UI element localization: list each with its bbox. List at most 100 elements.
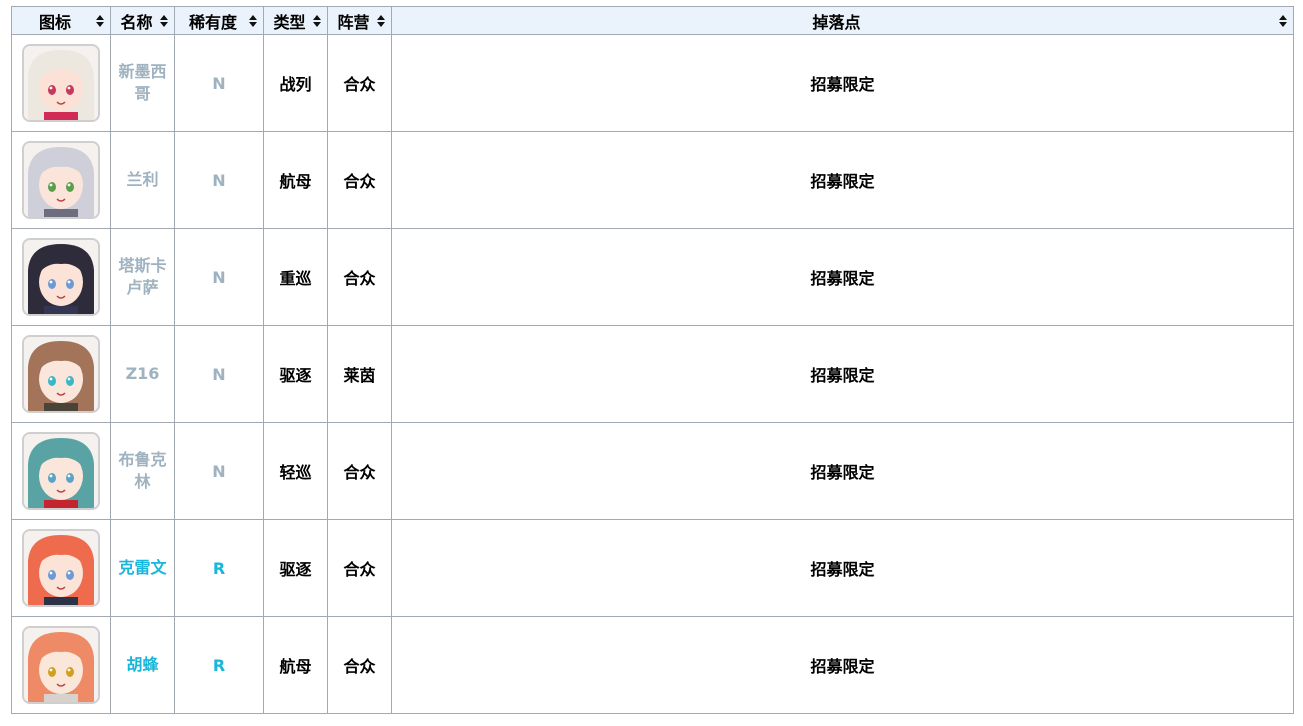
sort-icon[interactable] — [377, 15, 385, 27]
name-cell: 布鲁克林 — [110, 422, 175, 520]
portrait-art — [24, 337, 98, 411]
table-row: 兰利 N 航母 合众 招募限定 — [11, 131, 1294, 229]
table-body: 新墨西哥 N 战列 合众 招募限定 兰利 N 航母 合众 招募限定 塔斯卡卢萨 N 重巡 合众 招募限定 Z1… — [11, 34, 1294, 714]
name-cell: 新墨西哥 — [110, 34, 175, 132]
ship-name-link[interactable]: 塔斯卡卢萨 — [115, 255, 170, 299]
type-cell: 航母 — [263, 616, 328, 714]
rarity-cell: N — [174, 325, 264, 423]
name-cell: 兰利 — [110, 131, 175, 229]
type-cell: 轻巡 — [263, 422, 328, 520]
ship-name-link[interactable]: 布鲁克林 — [115, 449, 170, 493]
rarity-value: N — [212, 170, 226, 190]
table-header-row: 图标 名称 稀有度 类型 阵营 掉落点 — [11, 6, 1294, 35]
ship-name-link[interactable]: Z16 — [126, 363, 160, 385]
type-cell: 战列 — [263, 34, 328, 132]
faction-cell: 合众 — [327, 616, 392, 714]
faction-value: 合众 — [343, 172, 376, 191]
drop-value: 招募限定 — [810, 172, 875, 191]
type-value: 战列 — [279, 75, 312, 94]
langley-portrait-icon[interactable] — [22, 141, 100, 219]
type-value: 驱逐 — [279, 560, 312, 579]
header-drop-label: 掉落点 — [812, 12, 861, 32]
rarity-cell: R — [174, 616, 264, 714]
portrait-art — [24, 143, 98, 217]
faction-value: 合众 — [343, 269, 376, 288]
portrait-art — [24, 46, 98, 120]
tuscaloosa-portrait-icon[interactable] — [22, 238, 100, 316]
drop-cell: 招募限定 — [391, 34, 1294, 132]
header-drop[interactable]: 掉落点 — [391, 6, 1294, 35]
drop-cell: 招募限定 — [391, 519, 1294, 617]
faction-cell: 合众 — [327, 131, 392, 229]
icon-cell — [11, 131, 111, 229]
rarity-value: N — [212, 364, 226, 384]
ship-name-link[interactable]: 兰利 — [126, 169, 158, 191]
sort-icon[interactable] — [1279, 15, 1287, 27]
table-row: 布鲁克林 N 轻巡 合众 招募限定 — [11, 422, 1294, 520]
faction-value: 合众 — [343, 75, 376, 94]
faction-cell: 合众 — [327, 519, 392, 617]
icon-cell — [11, 228, 111, 326]
type-value: 航母 — [279, 172, 312, 191]
faction-cell: 合众 — [327, 34, 392, 132]
header-icon[interactable]: 图标 — [11, 6, 111, 35]
drop-value: 招募限定 — [810, 657, 875, 676]
header-rarity[interactable]: 稀有度 — [174, 6, 264, 35]
header-faction[interactable]: 阵营 — [327, 6, 392, 35]
faction-cell: 合众 — [327, 422, 392, 520]
sort-icon[interactable] — [160, 15, 168, 27]
icon-cell — [11, 34, 111, 132]
craven-portrait-icon[interactable] — [22, 529, 100, 607]
table-row: 新墨西哥 N 战列 合众 招募限定 — [11, 34, 1294, 132]
drop-value: 招募限定 — [810, 560, 875, 579]
table-row: 克雷文 R 驱逐 合众 招募限定 — [11, 519, 1294, 617]
drop-value: 招募限定 — [810, 75, 875, 94]
sort-icon[interactable] — [96, 15, 104, 27]
table-row: 胡蜂 R 航母 合众 招募限定 — [11, 616, 1294, 714]
icon-cell — [11, 422, 111, 520]
rarity-value: N — [212, 73, 226, 93]
type-value: 航母 — [279, 657, 312, 676]
rarity-value: N — [212, 461, 226, 481]
type-value: 重巡 — [279, 269, 312, 288]
drop-cell: 招募限定 — [391, 616, 1294, 714]
rarity-cell: N — [174, 34, 264, 132]
header-faction-label: 阵营 — [337, 12, 370, 32]
ship-table: 图标 名称 稀有度 类型 阵营 掉落点 新墨西哥 N 战列 合众 招募限定 兰利 N 航母 合众… — [11, 6, 1294, 714]
drop-value: 招募限定 — [810, 269, 875, 288]
type-value: 轻巡 — [279, 463, 312, 482]
faction-value: 合众 — [343, 657, 376, 676]
table-row: 塔斯卡卢萨 N 重巡 合众 招募限定 — [11, 228, 1294, 326]
drop-cell: 招募限定 — [391, 422, 1294, 520]
rarity-value: N — [212, 267, 226, 287]
name-cell: Z16 — [110, 325, 175, 423]
name-cell: 胡蜂 — [110, 616, 175, 714]
ship-name-link[interactable]: 胡蜂 — [126, 654, 158, 676]
header-name[interactable]: 名称 — [110, 6, 175, 35]
ship-name-link[interactable]: 克雷文 — [118, 557, 166, 579]
faction-cell: 合众 — [327, 228, 392, 326]
drop-value: 招募限定 — [810, 463, 875, 482]
ship-name-link[interactable]: 新墨西哥 — [115, 61, 170, 105]
faction-cell: 莱茵 — [327, 325, 392, 423]
faction-value: 莱茵 — [343, 366, 376, 385]
icon-cell — [11, 519, 111, 617]
portrait-art — [24, 434, 98, 508]
drop-cell: 招募限定 — [391, 131, 1294, 229]
brooklyn-portrait-icon[interactable] — [22, 432, 100, 510]
header-type[interactable]: 类型 — [263, 6, 328, 35]
table-row: Z16 N 驱逐 莱茵 招募限定 — [11, 325, 1294, 423]
faction-value: 合众 — [343, 560, 376, 579]
rarity-cell: N — [174, 131, 264, 229]
type-cell: 驱逐 — [263, 325, 328, 423]
rarity-value: R — [212, 655, 226, 675]
sort-icon[interactable] — [313, 15, 321, 27]
sort-icon[interactable] — [249, 15, 257, 27]
rarity-cell: N — [174, 422, 264, 520]
new-mexico-portrait-icon[interactable] — [22, 44, 100, 122]
header-icon-label: 图标 — [38, 12, 71, 32]
wasp-portrait-icon[interactable] — [22, 626, 100, 704]
z16-portrait-icon[interactable] — [22, 335, 100, 413]
portrait-art — [24, 240, 98, 314]
type-cell: 重巡 — [263, 228, 328, 326]
